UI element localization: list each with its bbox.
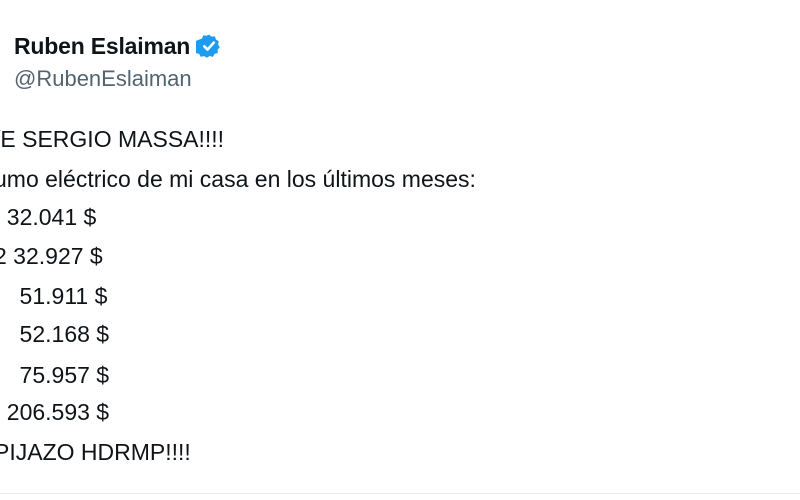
author-display-name[interactable]: Ruben Eslaiman [14,33,190,60]
tweet-text-line: umo eléctrico de mi casa en los últimos … [0,166,476,192]
author-handle[interactable]: @RubenEslaiman [14,66,222,92]
tweet: Ruben Eslaiman @RubenEslaiman /E SERGIO … [0,0,800,500]
tweet-text-line: 51.911 $ [0,283,108,309]
bottom-divider [0,493,800,494]
tweet-text-line: 206.593 $ [0,399,110,425]
tweet-text-line: 52.168 $ [0,321,110,347]
verified-badge-icon [196,34,220,58]
tweet-text-line: 32.041 $ [0,204,97,230]
tweet-text-line: 75.957 $ [0,362,110,388]
tweet-text-line: PIJAZO HDRMP!!!! [0,439,191,465]
tweet-text-line: 2 32.927 $ [0,243,103,269]
tweet-author: Ruben Eslaiman @RubenEslaiman [14,32,222,92]
tweet-text-line: /E SERGIO MASSA!!!! [0,126,225,152]
author-name-row: Ruben Eslaiman [14,32,222,60]
